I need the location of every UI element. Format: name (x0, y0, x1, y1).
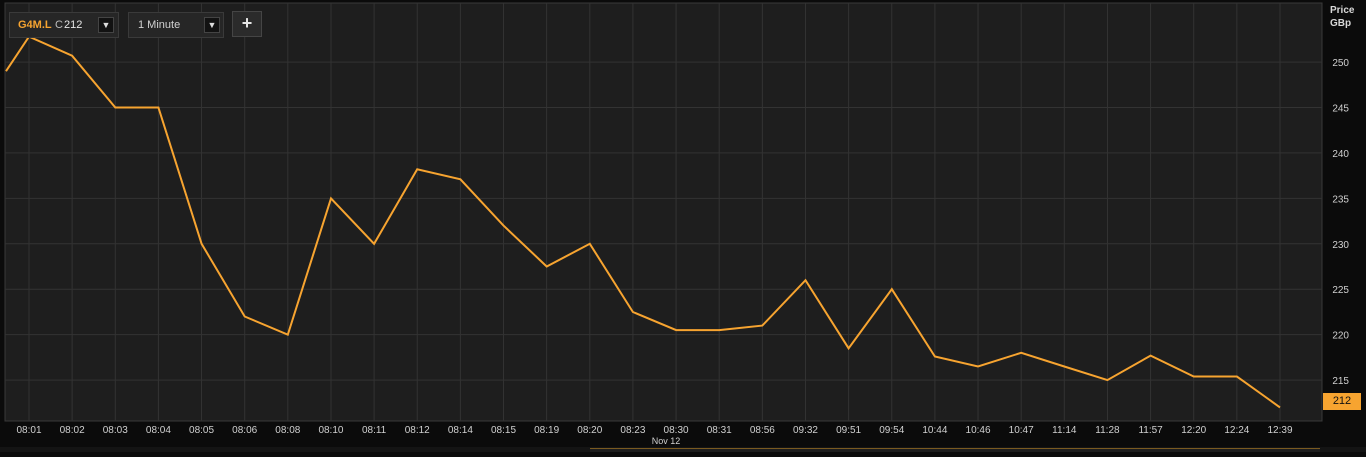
data-point[interactable] (716, 327, 722, 333)
x-tick-label: 11:14 (1052, 425, 1077, 436)
chart-svg: 250 245 240 235 230 225 220 215 08:01 08:02 08:03… (4, 2, 1349, 446)
x-tick-label: 08:10 (318, 425, 343, 436)
data-point[interactable] (587, 241, 593, 247)
y-axis: 250 245 240 235 230 225 220 215 (1332, 58, 1349, 387)
x-tick-label: 08:04 (146, 425, 171, 436)
x-tick-label: 08:14 (448, 425, 473, 436)
x-tick-label: 08:56 (750, 425, 775, 436)
data-point[interactable] (759, 323, 765, 329)
x-tick-label: 08:06 (232, 425, 257, 436)
y-tick-label: 250 (1332, 58, 1349, 69)
x-tick-label: 11:28 (1095, 425, 1120, 436)
x-tick-label: 09:51 (836, 425, 861, 436)
x-tick-label: 11:57 (1138, 425, 1163, 436)
data-point[interactable] (199, 241, 205, 247)
data-point[interactable] (673, 327, 679, 333)
data-point[interactable] (1191, 373, 1197, 379)
data-point[interactable] (889, 286, 895, 292)
x-tick-label: 08:19 (534, 425, 559, 436)
interval-label: 1 Minute (138, 19, 181, 31)
data-point[interactable] (501, 223, 507, 229)
data-point[interactable] (242, 314, 248, 320)
interval-selector[interactable]: 1 Minute ▼ (128, 12, 224, 38)
x-tick-label: 12:24 (1224, 425, 1249, 436)
y-tick-label: 235 (1332, 194, 1349, 205)
data-point[interactable] (1061, 363, 1067, 369)
x-tick-label: 12:20 (1181, 425, 1206, 436)
data-point[interactable] (1104, 377, 1110, 383)
data-point[interactable] (1148, 353, 1154, 359)
symbol-selector[interactable]: G4M.L C 212 ▼ (9, 12, 119, 38)
plot-background (4, 2, 1323, 422)
data-point[interactable] (630, 309, 636, 315)
data-point[interactable] (802, 277, 808, 283)
data-point[interactable] (112, 105, 118, 111)
data-point[interactable] (414, 166, 420, 172)
symbol-ticker: G4M.L (18, 19, 52, 31)
data-point[interactable] (155, 105, 161, 111)
x-tick-label: 08:15 (491, 425, 516, 436)
x-tick-label: 10:44 (922, 425, 947, 436)
add-series-button[interactable]: + (232, 11, 262, 37)
x-tick-label: 08:05 (189, 425, 214, 436)
x-tick-label: 10:46 (966, 425, 991, 436)
x-tick-label: 08:12 (405, 425, 430, 436)
chevron-down-icon[interactable]: ▼ (204, 17, 220, 33)
y-tick-label: 230 (1332, 240, 1349, 251)
x-tick-label: 08:20 (577, 425, 602, 436)
x-tick-label: 08:01 (16, 425, 41, 436)
x-tick-label: 09:32 (793, 425, 818, 436)
x-tick-label: 12:39 (1267, 425, 1292, 436)
scrollbar-thumb[interactable] (590, 448, 1320, 452)
x-tick-label: 08:08 (275, 425, 300, 436)
data-point[interactable] (328, 195, 334, 201)
data-point[interactable] (932, 353, 938, 359)
price-axis-unit: GBp (1330, 18, 1352, 29)
data-point[interactable] (69, 53, 75, 59)
y-tick-label: 225 (1332, 285, 1349, 296)
data-point[interactable] (975, 363, 981, 369)
y-tick-label: 245 (1332, 104, 1349, 115)
close-value: 212 (64, 19, 83, 31)
x-tick-label: 08:11 (362, 425, 387, 436)
data-point[interactable] (1277, 404, 1283, 410)
price-axis-title: Price (1330, 5, 1355, 16)
x-tick-label: 08:03 (103, 425, 128, 436)
x-tick-label: 10:47 (1009, 425, 1034, 436)
x-tick-label: 08:30 (664, 425, 689, 436)
y-tick-label: 220 (1332, 331, 1349, 342)
data-point[interactable] (1234, 373, 1240, 379)
price-axis-header: Price GBp (1330, 4, 1366, 30)
chart-area[interactable]: 250 245 240 235 230 225 220 215 08:01 08:02 08:03… (0, 0, 1366, 452)
data-point[interactable] (371, 241, 377, 247)
x-tick-label: 08:31 (707, 425, 732, 436)
x-tick-label: 09:54 (879, 425, 904, 436)
x-tick-label: 08:23 (620, 425, 645, 436)
chevron-down-icon[interactable]: ▼ (98, 17, 114, 33)
data-point[interactable] (457, 176, 463, 182)
data-point[interactable] (544, 264, 550, 270)
last-price-badge: 212 (1323, 393, 1361, 410)
data-point[interactable] (1018, 350, 1024, 356)
data-point[interactable] (846, 345, 852, 351)
y-tick-label: 240 (1332, 149, 1349, 160)
y-tick-label: 215 (1332, 376, 1349, 387)
x-axis: 08:01 08:02 08:03 08:04 08:05 08:06 08:08 08:10… (16, 425, 1292, 436)
x-tick-label: 08:02 (60, 425, 85, 436)
data-point[interactable] (285, 332, 291, 338)
close-label: C (55, 19, 63, 31)
x-axis-date-label: Nov 12 (652, 436, 681, 446)
